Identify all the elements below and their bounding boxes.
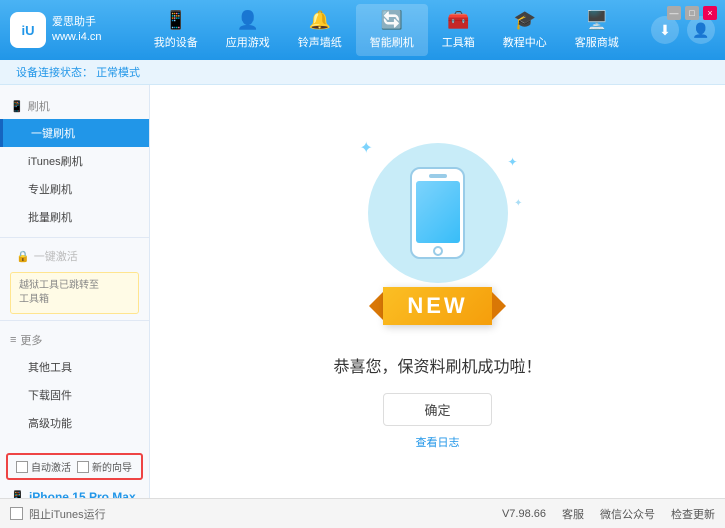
merchant-icon: 🖥️: [586, 10, 608, 31]
tutorial-icon: 🎓: [514, 10, 536, 31]
bottom-left: 阻止iTunes运行: [10, 506, 106, 522]
sidebar: 📱 刷机 一键刷机 iTunes刷机 专业刷机 批量刷机: [0, 85, 150, 498]
nav-tab-apps-games[interactable]: 👤 应用游戏: [212, 4, 284, 56]
logo: iU 爱思助手 www.i4.cn: [10, 12, 102, 48]
phone-notch: [429, 174, 447, 178]
sidebar-header-flash: 📱 刷机: [0, 93, 149, 119]
download-button[interactable]: ⬇: [651, 16, 679, 44]
smart-flash-icon: 🔄: [381, 10, 403, 31]
nav-tab-smart-flash[interactable]: 🔄 智能刷机: [356, 4, 428, 56]
wechat-link[interactable]: 微信公众号: [600, 506, 655, 522]
success-illustration: ✦ ✦ ✦ NEW: [348, 133, 528, 333]
block-itunes-checkbox[interactable]: [10, 507, 23, 520]
sparkle-icon-2: ✦: [507, 155, 517, 169]
sidebar-header-more: ≡ 更多: [0, 327, 149, 353]
sidebar-disabled-activate: 🔒 一键激活: [0, 244, 149, 268]
sidebar-divider-2: [0, 320, 149, 321]
auto-activate-row: 自动激活 新的向导: [6, 453, 143, 480]
logo-icon: iU: [10, 12, 46, 48]
nav-tab-tutorial[interactable]: 🎓 教程中心: [489, 4, 561, 56]
ringtones-icon: 🔔: [309, 10, 331, 31]
header-actions: ⬇ 👤: [651, 16, 715, 44]
my-device-icon: 📱: [165, 10, 187, 31]
content-area: ✦ ✦ ✦ NEW 恭喜您，保资料刷机成功啦！ 确定: [150, 85, 725, 498]
window-controls: — □ ×: [667, 6, 717, 20]
ribbon-left-arrow: [369, 292, 383, 320]
logo-text: 爱思助手 www.i4.cn: [52, 15, 102, 46]
sparkle-icon-1: ✦: [360, 138, 373, 158]
version-label: V7.98.66: [502, 508, 546, 520]
nav-tab-toolbox[interactable]: 🧰 工具箱: [428, 4, 489, 56]
new-ribbon-wrapper: NEW: [369, 287, 505, 325]
sidebar-item-batch-flash[interactable]: 批量刷机: [0, 203, 149, 231]
auto-activate-checkbox-label[interactable]: 自动激活: [16, 459, 71, 474]
nav-tab-merchant[interactable]: 🖥️ 客服商城: [561, 4, 633, 56]
more-section-label: 更多: [20, 332, 42, 348]
phone-circle: [368, 143, 508, 283]
sidebar-section-flash: 📱 刷机 一键刷机 iTunes刷机 专业刷机 批量刷机: [0, 93, 149, 231]
phone-home: [433, 246, 443, 256]
auto-activate-checkbox[interactable]: [16, 461, 28, 473]
nav-tab-ringtones[interactable]: 🔔 铃声墙纸: [284, 4, 356, 56]
device-name: 📱 iPhone 15 Pro Max: [10, 490, 139, 498]
new-ribbon-container: NEW: [348, 287, 528, 325]
flash-section-label: 刷机: [28, 98, 50, 114]
apps-games-icon: 👤: [237, 10, 259, 31]
main-layout: 📱 刷机 一键刷机 iTunes刷机 专业刷机 批量刷机: [0, 85, 725, 498]
ribbon-right-arrow: [492, 292, 506, 320]
sidebar-item-other-tools[interactable]: 其他工具: [0, 353, 149, 381]
sidebar-item-one-key-flash[interactable]: 一键刷机: [0, 119, 149, 147]
view-log-link[interactable]: 查看日志: [416, 434, 460, 450]
maximize-button[interactable]: □: [685, 6, 699, 20]
sidebar-item-pro-flash[interactable]: 专业刷机: [0, 175, 149, 203]
sidebar-section-activate: 🔒 一键激活 越狱工具已跳转至工具箱: [0, 244, 149, 314]
phone-body: [410, 167, 465, 259]
guide-checkbox[interactable]: [77, 461, 89, 473]
close-button[interactable]: ×: [703, 6, 717, 20]
more-section-icon: ≡: [10, 334, 16, 346]
sidebar-item-itunes-flash[interactable]: iTunes刷机: [0, 147, 149, 175]
header: iU 爱思助手 www.i4.cn 📱 我的设备 👤 应用游戏 🔔 铃声墙纸 🔄: [0, 0, 725, 60]
guide-checkbox-label[interactable]: 新的向导: [77, 459, 132, 474]
lock-icon: 🔒: [16, 250, 30, 263]
logo-icon-text: iU: [22, 23, 35, 38]
sparkle-icon-3: ✦: [514, 198, 522, 209]
minimize-button[interactable]: —: [667, 6, 681, 20]
success-message: 恭喜您，保资料刷机成功啦！: [333, 353, 541, 377]
confirm-button[interactable]: 确定: [383, 393, 491, 426]
sidebar-item-advanced[interactable]: 高级功能: [0, 409, 149, 437]
phone-screen: [416, 181, 460, 243]
sidebar-section-more: ≡ 更多 其他工具 下载固件 高级功能: [0, 327, 149, 437]
device-info: 📱 iPhone 15 Pro Max 512GB iPhone: [0, 484, 149, 498]
nav-tabs: 📱 我的设备 👤 应用游戏 🔔 铃声墙纸 🔄 智能刷机 🧰 工具箱 🎓: [122, 4, 651, 56]
breadcrumb: 设备连接状态： 正常模式: [0, 60, 725, 85]
sidebar-divider-1: [0, 237, 149, 238]
sidebar-notice-jailbreak: 越狱工具已跳转至工具箱: [10, 272, 139, 314]
new-badge: NEW: [383, 287, 491, 325]
device-icon: 📱: [10, 490, 25, 498]
bottom-bar: 阻止iTunes运行 V7.98.66 客服 微信公众号 检查更新: [0, 498, 725, 528]
flash-section-icon: 📱: [10, 100, 24, 113]
nav-tab-my-device[interactable]: 📱 我的设备: [140, 4, 212, 56]
bottom-right: V7.98.66 客服 微信公众号 检查更新: [502, 506, 715, 522]
check-update-link[interactable]: 检查更新: [671, 506, 715, 522]
sidebar-item-download-firmware[interactable]: 下载固件: [0, 381, 149, 409]
user-button[interactable]: 👤: [687, 16, 715, 44]
toolbox-icon: 🧰: [447, 10, 469, 31]
customer-service-link[interactable]: 客服: [562, 506, 584, 522]
